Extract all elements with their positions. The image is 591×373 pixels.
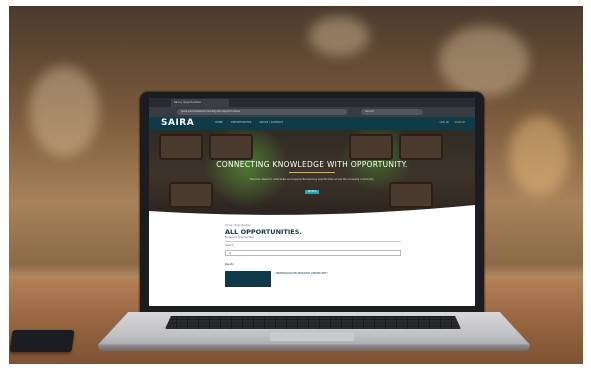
main-nav: HOME OPPORTUNITIES ABOUT / CONTACT [215,121,290,124]
hero-banner: CONNECTING KNOWLEDGE WITH OPPORTUNITY. D… [149,130,475,218]
laptop-screen: Saira | Opportunities saira.sacredheartu… [149,98,475,306]
browser-search-input[interactable]: Search [361,109,423,115]
laptop-front-edge [98,345,530,351]
results-label: Results [225,263,234,266]
laptop: Saira | Opportunities saira.sacredheartu… [140,92,484,314]
main-content: Home / Opportunities ALL OPPORTUNITIES. … [149,218,475,287]
keyboard [165,316,461,329]
address-bar[interactable]: saira.sacredheartuniversity.edu/opportun… [177,109,347,115]
page-title: ALL OPPORTUNITIES. [225,228,302,236]
hero-search-button[interactable]: SEARCH [305,190,319,194]
opportunity-card[interactable]: UNDERGRADUATE RESEARCH OPPORTUNITY [225,271,401,287]
nav-link-home[interactable]: HOME [215,121,223,124]
page-subtitle: Browse all opportunities [225,236,254,239]
browser-toolbar: saira.sacredheartuniversity.edu/opportun… [149,107,475,117]
browser-tab[interactable]: Saira | Opportunities [171,99,229,107]
browser-tab-bar: Saira | Opportunities [149,98,475,116]
hero-title: CONNECTING KNOWLEDGE WITH OPPORTUNITY. [216,160,408,169]
signup-link[interactable]: SIGN UP [454,121,465,124]
hero-divider [289,172,335,173]
smartphone [9,330,75,352]
nav-link-about-contact[interactable]: ABOUT / CONTACT [259,121,283,124]
card-title[interactable]: UNDERGRADUATE RESEARCH OPPORTUNITY [275,272,328,275]
card-thumbnail [225,271,271,287]
hero-wave [149,205,475,218]
site-logo[interactable]: SAIRA [161,118,194,128]
login-link[interactable]: LOG IN [440,121,449,124]
hero-subtitle: Discover research, internships and exper… [250,178,374,181]
filter-label: Search [225,244,234,247]
breadcrumb: Home / Opportunities [225,224,251,227]
nav-link-opportunities[interactable]: OPPORTUNITIES [231,121,252,124]
trackpad [270,332,354,341]
site-header: SAIRA HOME OPPORTUNITIES ABOUT / CONTACT… [149,117,475,130]
search-input[interactable]: Q [225,250,401,256]
